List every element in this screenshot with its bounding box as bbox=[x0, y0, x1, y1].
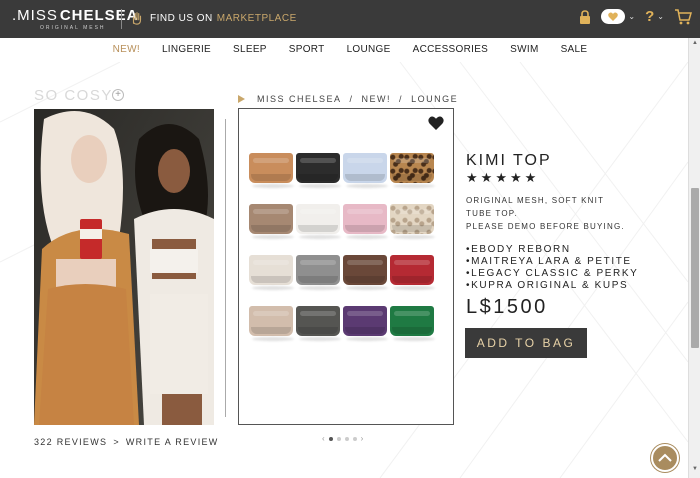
marketplace-link[interactable]: FIND US ON MARKETPLACE bbox=[130, 11, 297, 25]
color-swatch[interactable] bbox=[249, 204, 294, 239]
list-item: •KUPRA ORIGINAL & KUPS bbox=[466, 280, 629, 291]
color-swatch[interactable] bbox=[296, 255, 341, 290]
description-line: TUBE TOP. bbox=[466, 209, 518, 218]
color-swatch[interactable] bbox=[343, 153, 388, 188]
color-swatch[interactable] bbox=[390, 153, 435, 188]
nav-item-accessories[interactable]: ACCESSORIES bbox=[402, 44, 500, 55]
nav-item-lounge[interactable]: LOUNGE bbox=[336, 44, 402, 55]
color-swatch[interactable] bbox=[249, 255, 294, 290]
nav-item-new[interactable]: NEW! bbox=[102, 44, 151, 55]
back-to-top-button[interactable] bbox=[651, 444, 679, 472]
chevron-up-icon bbox=[658, 453, 672, 462]
supported-bodies-list: •EBODY REBORN •MAITREYA LARA & PETITE •L… bbox=[466, 244, 638, 292]
reviews-row: 322 REVIEWS > WRITE A REVIEW bbox=[34, 437, 219, 447]
description-line: ORIGINAL MESH, SOFT KNIT bbox=[466, 196, 605, 205]
find-us-label: FIND US ON bbox=[150, 12, 213, 24]
product-price: L$1500 bbox=[466, 296, 548, 318]
star-icon: ★ bbox=[524, 170, 537, 185]
expand-plus-icon[interactable]: + bbox=[112, 89, 124, 101]
carousel-dot[interactable] bbox=[344, 436, 349, 441]
scroll-up-arrow-icon[interactable]: ▲ bbox=[689, 40, 700, 50]
carousel-prev-button[interactable]: ‹ bbox=[322, 434, 325, 443]
lock-icon[interactable] bbox=[579, 9, 591, 24]
star-icon: ★ bbox=[495, 170, 507, 185]
color-swatch[interactable] bbox=[296, 204, 341, 239]
carousel-dot[interactable] bbox=[352, 436, 357, 441]
brand-prefix: .MISS bbox=[12, 7, 58, 24]
star-icon: ★ bbox=[466, 170, 478, 185]
reviews-count-link[interactable]: 322 REVIEWS bbox=[34, 437, 107, 447]
carousel-dot[interactable] bbox=[336, 436, 341, 441]
reviews-separator: > bbox=[113, 437, 120, 447]
color-swatch[interactable] bbox=[390, 255, 435, 290]
nav-item-swim[interactable]: SWIM bbox=[499, 44, 549, 55]
brand-logo[interactable]: .MISS CHELSEA ORIGINAL MESH bbox=[12, 7, 139, 31]
color-swatch[interactable] bbox=[390, 306, 435, 341]
carousel-pagination: ‹ › bbox=[322, 434, 363, 443]
star-icon: ★ bbox=[509, 170, 522, 185]
color-swatch[interactable] bbox=[390, 204, 435, 239]
color-swatch[interactable] bbox=[249, 306, 294, 341]
scrollbar-thumb[interactable] bbox=[691, 188, 699, 348]
list-item: •LEGACY CLASSIC & PERKY bbox=[466, 268, 639, 279]
breadcrumb: MISS CHELSEA / NEW! / LOUNGE bbox=[238, 94, 458, 104]
wishlist-button[interactable] bbox=[601, 9, 626, 24]
brand-tagline: ORIGINAL MESH bbox=[40, 25, 106, 31]
rating-stars: ★ ★ ★ ★ ★ bbox=[466, 171, 536, 184]
nav-item-lingerie[interactable]: LINGERIE bbox=[151, 44, 222, 55]
list-item: •EBODY REBORN bbox=[466, 244, 571, 255]
color-swatch[interactable] bbox=[343, 306, 388, 341]
hand-icon bbox=[132, 12, 142, 25]
toolbar-right: ⌄ ? ⌄ bbox=[579, 8, 692, 25]
nav-item-sale[interactable]: SALE bbox=[550, 44, 599, 55]
scrollbar[interactable]: ▲ ▼ bbox=[688, 38, 700, 478]
color-swatch[interactable] bbox=[249, 153, 294, 188]
description-line: PLEASE DEMO BEFORE BUYING. bbox=[466, 222, 625, 231]
collection-title: SO COSY bbox=[34, 87, 113, 104]
nav-item-sport[interactable]: SPORT bbox=[278, 44, 336, 55]
nav-item-sleep[interactable]: SLEEP bbox=[222, 44, 278, 55]
add-to-bag-button[interactable]: ADD TO BAG bbox=[465, 328, 587, 358]
heart-icon[interactable] bbox=[428, 116, 444, 130]
carousel-next-button[interactable]: › bbox=[361, 434, 364, 443]
cart-icon[interactable] bbox=[674, 8, 692, 25]
help-icon[interactable]: ? bbox=[645, 8, 654, 25]
top-bar: .MISS CHELSEA ORIGINAL MESH FIND US ON M… bbox=[0, 0, 700, 38]
product-title: KIMI TOP bbox=[466, 152, 552, 169]
breadcrumb-separator: / bbox=[399, 94, 404, 104]
brand-wordmark: .MISS CHELSEA bbox=[12, 7, 139, 24]
color-swatch[interactable] bbox=[296, 306, 341, 341]
list-item: •MAITREYA LARA & PETITE bbox=[466, 256, 632, 267]
divider bbox=[225, 119, 226, 417]
write-review-link[interactable]: WRITE A REVIEW bbox=[126, 437, 219, 447]
triangle-icon bbox=[238, 95, 245, 103]
lookbook-photo bbox=[34, 109, 214, 425]
scroll-down-arrow-icon[interactable]: ▼ bbox=[689, 466, 700, 476]
breadcrumb-lounge[interactable]: LOUNGE bbox=[411, 94, 458, 104]
star-icon: ★ bbox=[480, 170, 493, 185]
color-swatch[interactable] bbox=[343, 255, 388, 290]
main-nav: NEW! LINGERIE SLEEP SPORT LOUNGE ACCESSO… bbox=[0, 44, 700, 55]
color-swatch[interactable] bbox=[343, 204, 388, 239]
brand-name: CHELSEA bbox=[59, 7, 139, 24]
breadcrumb-new[interactable]: NEW! bbox=[362, 94, 392, 104]
breadcrumb-brand[interactable]: MISS CHELSEA bbox=[257, 94, 342, 104]
chevron-down-icon[interactable]: ⌄ bbox=[657, 12, 664, 21]
chevron-down-icon[interactable]: ⌄ bbox=[628, 12, 635, 21]
product-image[interactable] bbox=[238, 108, 454, 425]
breadcrumb-separator: / bbox=[349, 94, 354, 104]
product-description: ORIGINAL MESH, SOFT KNIT TUBE TOP. PLEAS… bbox=[466, 194, 625, 233]
carousel-dot[interactable] bbox=[328, 436, 333, 441]
color-swatch[interactable] bbox=[296, 153, 341, 188]
heart-icon bbox=[608, 12, 619, 21]
divider bbox=[121, 9, 122, 29]
marketplace-label: MARKETPLACE bbox=[216, 12, 297, 24]
